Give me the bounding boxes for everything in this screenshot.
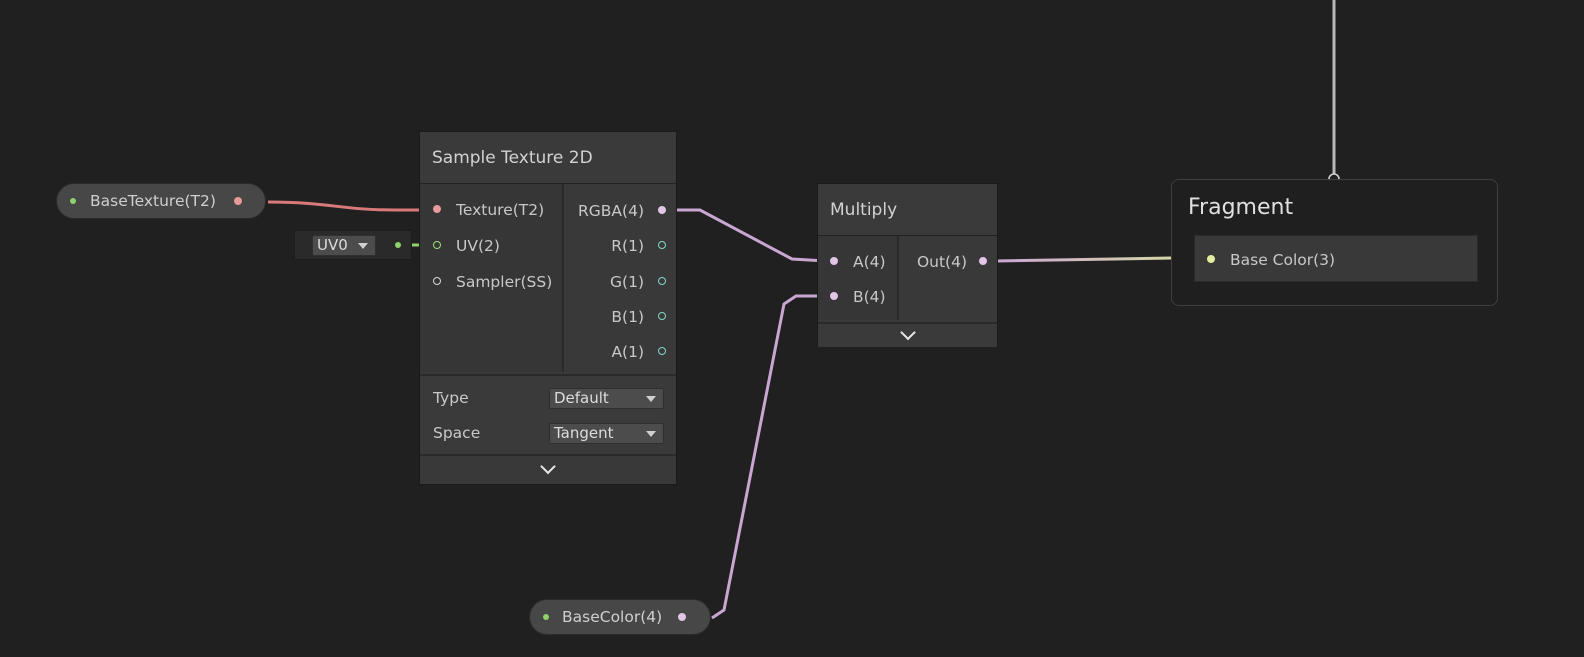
base-color-input-port-icon[interactable] bbox=[1207, 255, 1215, 263]
chevron-down-icon bbox=[646, 431, 656, 437]
chevron-down-icon bbox=[540, 458, 556, 475]
out-output-port-icon[interactable] bbox=[979, 257, 987, 265]
rgba-output-port-icon[interactable] bbox=[658, 206, 666, 214]
chevron-down-icon bbox=[899, 324, 916, 341]
output-out-label: Out(4) bbox=[916, 253, 967, 271]
node-multiply[interactable]: Multiply A(4) B(4) Out(4) bbox=[817, 183, 998, 347]
input-ports: A(4) B(4) bbox=[818, 236, 899, 320]
chevron-down-icon bbox=[358, 243, 368, 249]
output-port-icon[interactable] bbox=[678, 613, 686, 621]
type-dropdown[interactable]: Default bbox=[549, 388, 664, 409]
wire-rgba-to-a bbox=[668, 208, 827, 263]
output-r-label: R(1) bbox=[611, 237, 644, 255]
property-label: BaseColor(4) bbox=[562, 608, 663, 626]
output-b-label: B(1) bbox=[611, 308, 644, 326]
input-texture-label: Texture(T2) bbox=[456, 201, 545, 219]
output-rgba-label: RGBA(4) bbox=[578, 202, 644, 220]
wire-basetexture-to-texture bbox=[267, 200, 422, 212]
property-label: BaseTexture(T2) bbox=[90, 192, 216, 210]
connection-wires bbox=[267, 0, 1340, 620]
block-label: Base Color(3) bbox=[1230, 251, 1336, 269]
output-g-label: G(1) bbox=[610, 273, 644, 291]
chevron-down-icon bbox=[646, 396, 656, 402]
uv-channel-dropdown[interactable]: UV0 bbox=[312, 235, 376, 256]
output-port-icon[interactable] bbox=[234, 197, 242, 205]
type-label: Type bbox=[433, 389, 469, 407]
input-sampler-label: Sampler(SS) bbox=[456, 273, 553, 291]
input-b-label: B(4) bbox=[853, 288, 886, 306]
property-basetexture[interactable]: BaseTexture(T2) bbox=[56, 183, 266, 219]
space-dropdown[interactable]: Tangent bbox=[549, 423, 664, 444]
node-title: Multiply bbox=[818, 184, 997, 236]
node-sample-texture-2d[interactable]: Sample Texture 2D Texture(T2) UV(2) Samp… bbox=[419, 131, 677, 485]
output-a-label: A(1) bbox=[611, 343, 644, 361]
collapse-toggle[interactable] bbox=[818, 322, 997, 347]
property-basecolor[interactable]: BaseColor(4) bbox=[529, 599, 711, 635]
a-input-port-icon[interactable] bbox=[830, 257, 838, 265]
texture-input-port-icon[interactable] bbox=[433, 205, 441, 213]
node-title: Sample Texture 2D bbox=[420, 132, 676, 184]
exposed-indicator-icon bbox=[70, 198, 76, 204]
node-settings: Type Default Space Tangent bbox=[420, 374, 676, 456]
b-input-port-icon[interactable] bbox=[830, 292, 838, 300]
collapse-toggle[interactable] bbox=[420, 456, 676, 484]
b-output-port-icon[interactable] bbox=[658, 312, 666, 320]
uv-input-port-icon[interactable] bbox=[433, 241, 441, 249]
a-output-port-icon[interactable] bbox=[658, 347, 666, 355]
uv-inline-input: UV0 bbox=[294, 230, 412, 260]
context-title: Fragment bbox=[1188, 195, 1294, 220]
input-uv-label: UV(2) bbox=[456, 237, 500, 255]
output-ports: Out(4) bbox=[899, 236, 997, 320]
context-fragment[interactable]: Fragment Base Color(3) bbox=[1171, 179, 1498, 306]
uv-output-port-icon[interactable] bbox=[395, 242, 401, 248]
exposed-indicator-icon bbox=[543, 614, 549, 620]
block-base-color[interactable]: Base Color(3) bbox=[1194, 235, 1478, 282]
space-label: Space bbox=[433, 424, 481, 442]
wire-basecolor-to-b bbox=[711, 294, 826, 620]
sampler-input-port-icon[interactable] bbox=[433, 277, 441, 285]
g-output-port-icon[interactable] bbox=[658, 277, 666, 285]
input-a-label: A(4) bbox=[853, 253, 886, 271]
output-ports: RGBA(4) R(1) G(1) B(1) A(1) bbox=[564, 184, 676, 372]
input-ports: Texture(T2) UV(2) Sampler(SS) bbox=[420, 184, 564, 372]
r-output-port-icon[interactable] bbox=[658, 241, 666, 249]
